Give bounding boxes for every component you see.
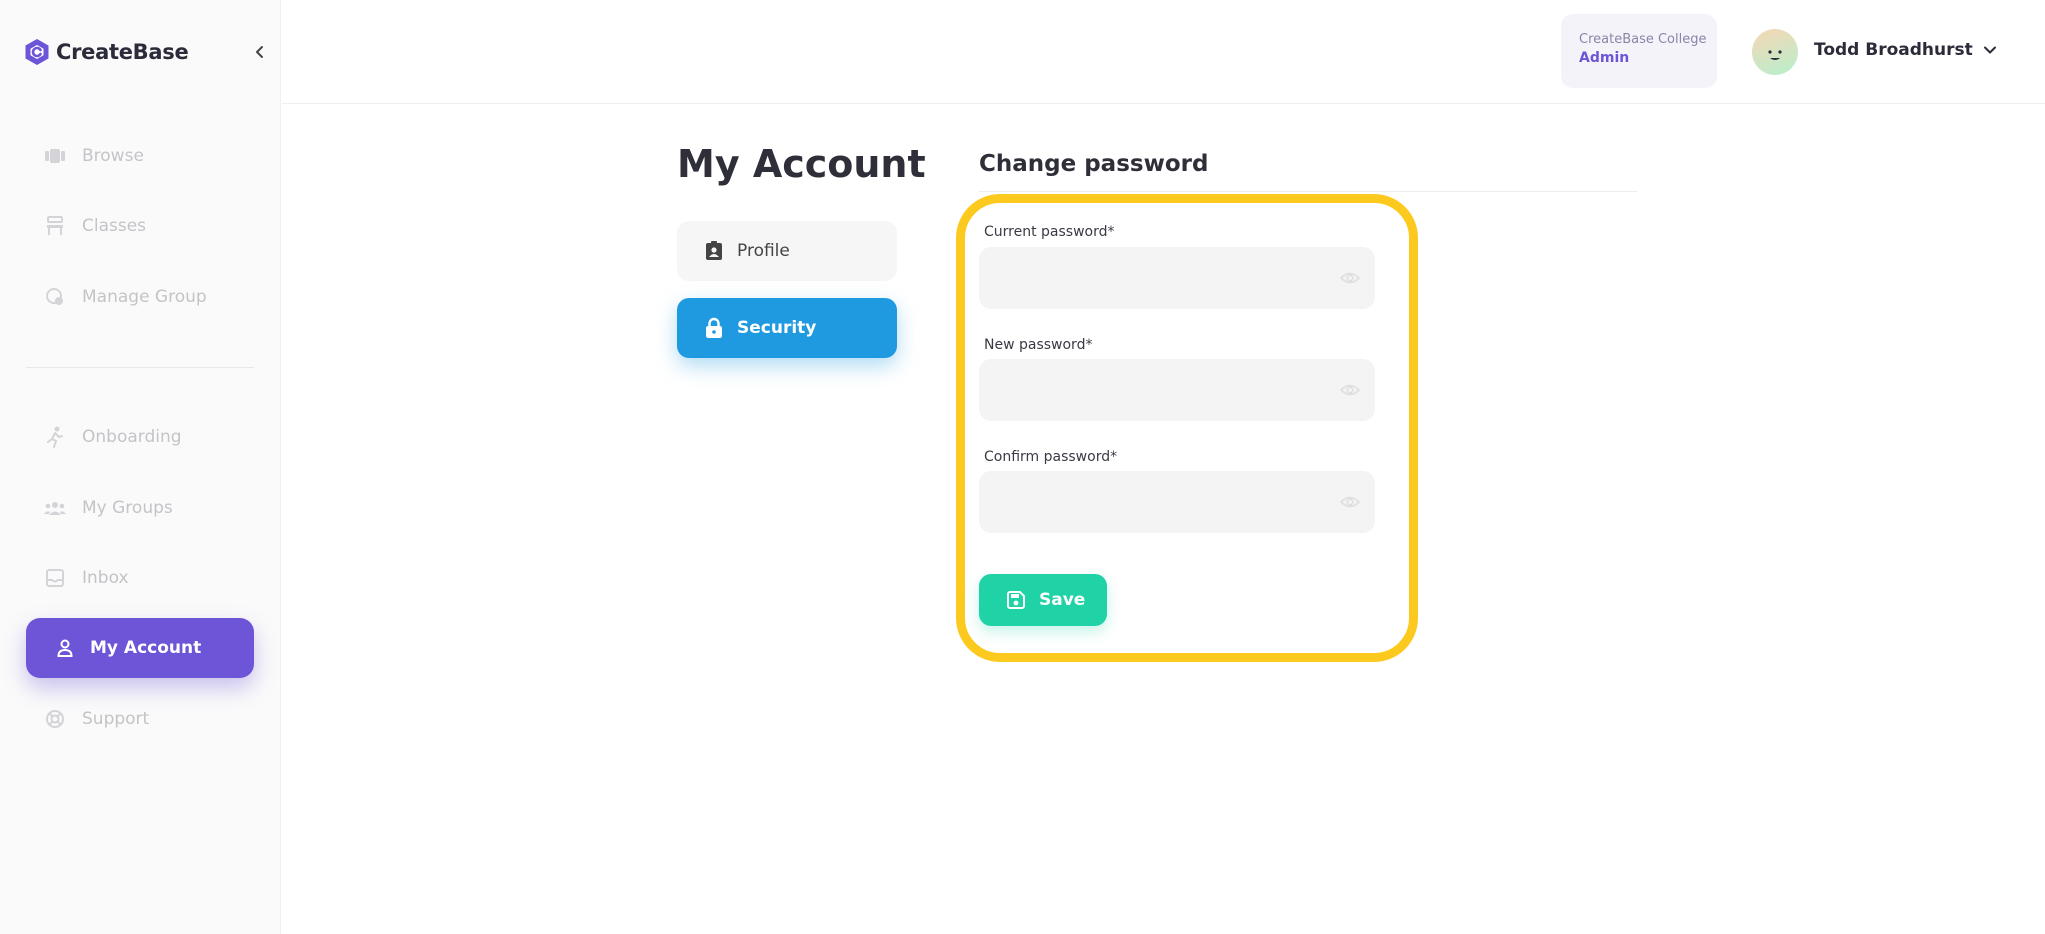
lock-icon — [706, 317, 722, 338]
inbox-icon — [44, 567, 66, 589]
eye-icon — [1340, 496, 1360, 508]
sidebar-item-support[interactable]: Support — [26, 689, 254, 749]
save-button[interactable]: Save — [979, 574, 1107, 626]
current-password-field — [979, 247, 1375, 309]
tab-label: Profile — [737, 241, 790, 261]
page-title: My Account — [677, 142, 926, 186]
section-divider — [979, 191, 1637, 192]
avatar-face-icon — [1768, 50, 1782, 60]
current-password-label: Current password* — [984, 224, 1115, 240]
section-title: Change password — [979, 151, 1209, 177]
chevron-down-icon — [1984, 46, 1996, 54]
support-icon — [44, 708, 66, 730]
eye-icon — [1340, 384, 1360, 396]
avatar[interactable] — [1752, 29, 1798, 75]
sidebar-item-my-groups[interactable]: My Groups — [26, 478, 254, 538]
manage-group-icon — [44, 286, 66, 308]
sidebar-item-inbox[interactable]: Inbox — [26, 548, 254, 608]
user-menu-button[interactable] — [1978, 38, 2002, 62]
sidebar-item-classes[interactable]: Classes — [26, 196, 254, 256]
sidebar-item-onboarding[interactable]: Onboarding — [26, 407, 254, 467]
save-icon — [1007, 591, 1025, 609]
org-switcher[interactable]: CreateBase College Admin — [1561, 14, 1717, 88]
user-name[interactable]: Todd Broadhurst — [1814, 40, 1973, 60]
confirm-password-field — [979, 471, 1375, 533]
org-name: CreateBase College — [1579, 32, 1707, 47]
brand[interactable]: CreateBase — [24, 36, 189, 68]
tab-profile[interactable]: Profile — [677, 221, 897, 281]
confirm-password-label: Confirm password* — [984, 449, 1118, 465]
sidebar-item-manage-group[interactable]: Manage Group — [26, 267, 254, 327]
sidebar-item-label: Onboarding — [82, 427, 182, 447]
sidebar-item-label: Support — [82, 709, 150, 729]
sidebar-item-browse[interactable]: Browse — [26, 126, 254, 186]
new-password-label: New password* — [984, 337, 1093, 353]
show-password-toggle[interactable] — [1337, 266, 1363, 290]
sidebar-item-label: Inbox — [82, 568, 129, 588]
groups-icon — [44, 497, 66, 519]
sidebar-item-label: My Account — [90, 638, 202, 658]
sidebar-item-label: Classes — [82, 216, 147, 236]
new-password-input[interactable] — [979, 359, 1375, 421]
sidebar-item-my-account[interactable]: My Account — [26, 618, 254, 678]
tab-label: Security — [737, 318, 817, 338]
current-password-input[interactable] — [979, 247, 1375, 309]
collapse-sidebar-button[interactable] — [248, 40, 272, 64]
save-label: Save — [1039, 590, 1086, 610]
eye-icon — [1340, 272, 1360, 284]
chevron-left-icon — [256, 46, 263, 58]
show-password-toggle[interactable] — [1337, 378, 1363, 402]
classes-icon — [44, 215, 66, 237]
tab-security[interactable]: Security — [677, 298, 897, 358]
profile-badge-icon — [706, 241, 722, 260]
sidebar-divider — [26, 367, 254, 368]
sidebar: CreateBase Browse Classes Manage Group O… — [0, 0, 281, 934]
sidebar-item-label: My Groups — [82, 498, 173, 518]
brand-name: CreateBase — [56, 40, 189, 64]
org-role: Admin — [1579, 50, 1630, 66]
createbase-logo-icon — [25, 39, 49, 65]
sidebar-item-label: Manage Group — [82, 287, 207, 307]
onboarding-icon — [44, 426, 66, 448]
new-password-field — [979, 359, 1375, 421]
confirm-password-input[interactable] — [979, 471, 1375, 533]
show-password-toggle[interactable] — [1337, 490, 1363, 514]
sidebar-item-label: Browse — [82, 146, 144, 166]
person-icon — [54, 637, 76, 659]
browse-icon — [44, 145, 66, 167]
